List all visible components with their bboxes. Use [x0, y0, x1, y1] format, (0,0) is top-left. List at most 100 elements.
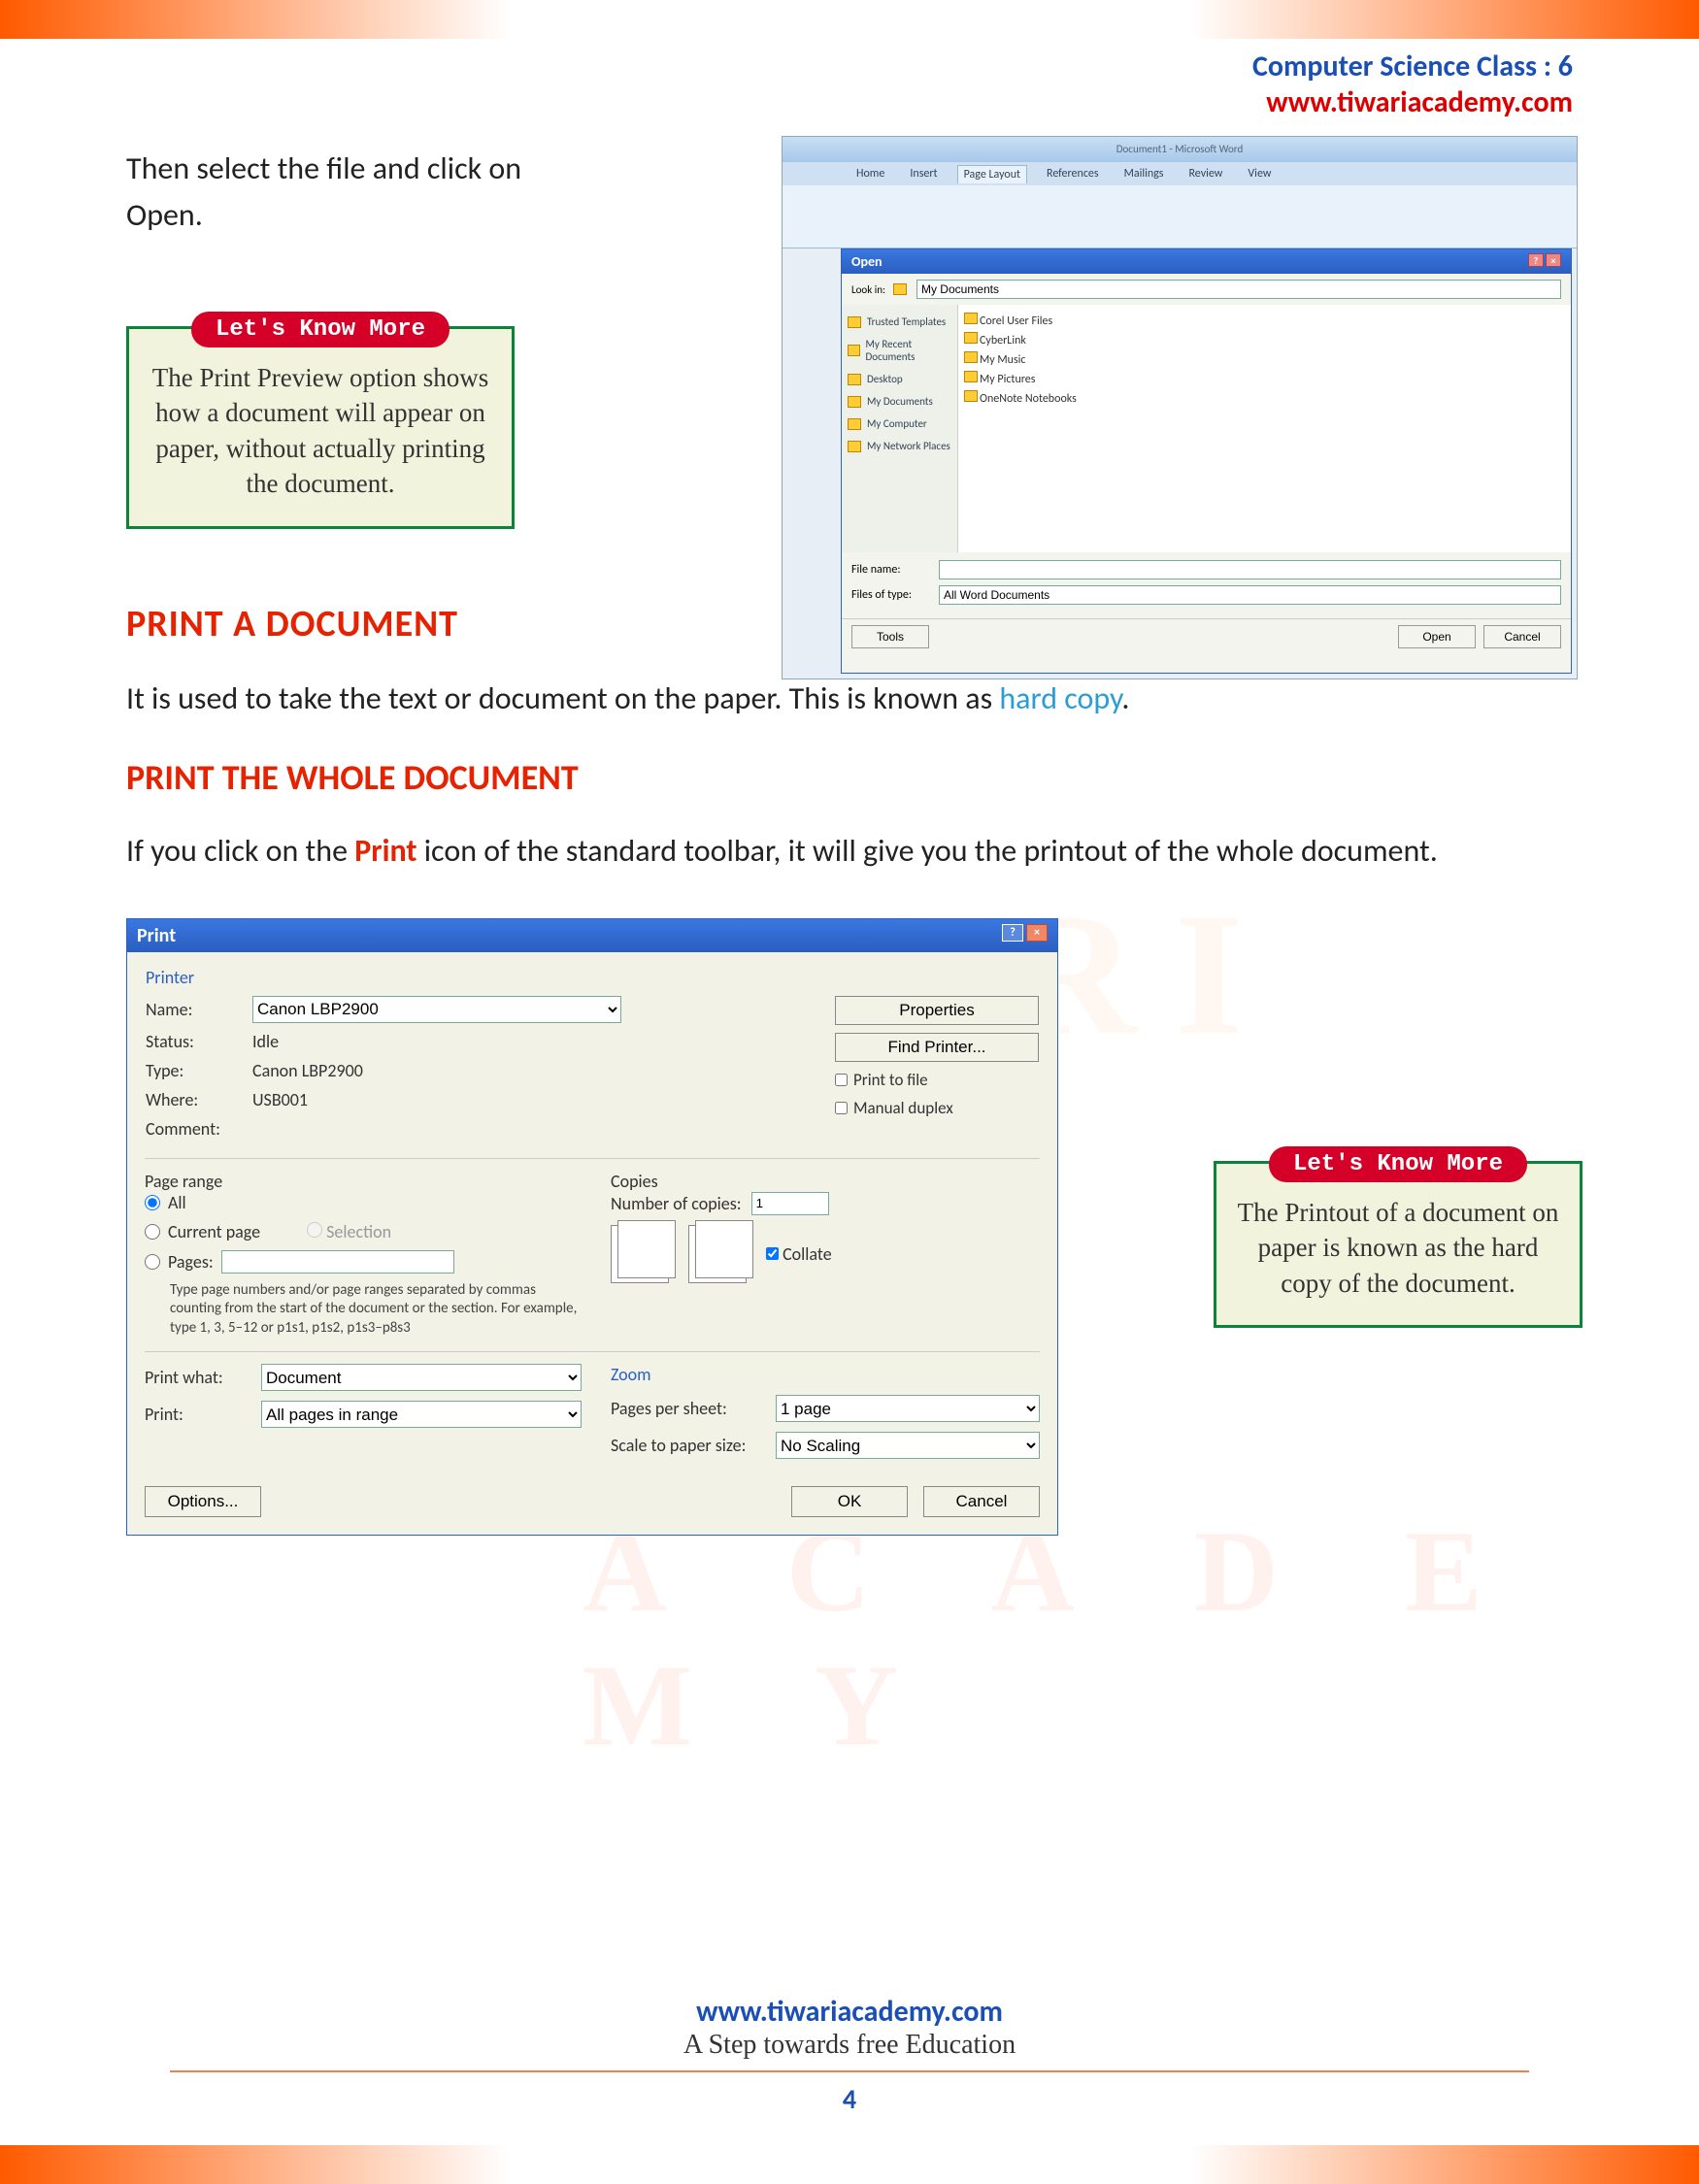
help-icon[interactable]: ? [1002, 924, 1023, 942]
footer-divider [170, 2070, 1529, 2072]
place-network[interactable]: My Network Places [846, 435, 953, 457]
folder-icon [964, 371, 978, 382]
pages-per-sheet-select[interactable]: 1 page [776, 1395, 1040, 1422]
collate-checkbox[interactable]: Collate [766, 1243, 832, 1265]
file-item[interactable]: Corel User Files [964, 311, 1565, 330]
class-label: Computer Science Class : 6 [1252, 49, 1573, 84]
tab-references[interactable]: References [1041, 165, 1105, 182]
open-dialog-title: Open ? × [842, 249, 1571, 274]
print-whole-text: If you click on the Print icon of the st… [126, 828, 1573, 875]
pages-option[interactable]: Pages: [145, 1250, 582, 1274]
help-icon[interactable]: ? [1528, 253, 1544, 267]
tab-page-layout[interactable]: Page Layout [957, 165, 1027, 183]
folder-icon [848, 316, 861, 328]
num-copies-label: Number of copies: [611, 1193, 742, 1214]
top-border [0, 0, 1699, 39]
collate-icon [611, 1225, 669, 1283]
watermark-sub: A C A D E M Y [583, 1505, 1699, 1772]
comment-label: Comment: [146, 1118, 252, 1140]
cancel-button[interactable]: Cancel [923, 1486, 1040, 1517]
place-computer[interactable]: My Computer [846, 413, 953, 435]
tab-home[interactable]: Home [850, 165, 890, 182]
filename-input[interactable] [939, 560, 1561, 579]
filename-label: File name: [851, 563, 929, 577]
pages-input[interactable] [221, 1250, 454, 1274]
close-icon[interactable]: × [1026, 924, 1048, 942]
where-value: USB001 [252, 1089, 308, 1110]
scale-label: Scale to paper size: [611, 1435, 766, 1456]
file-item[interactable]: OneNote Notebooks [964, 388, 1565, 408]
folder-icon [848, 441, 861, 452]
open-dialog: Open ? × Look in: Trusted Templates My R… [841, 248, 1572, 674]
file-item[interactable]: CyberLink [964, 330, 1565, 349]
type-value: Canon LBP2900 [252, 1060, 363, 1081]
where-label: Where: [146, 1089, 252, 1110]
print-select[interactable]: All pages in range [261, 1401, 582, 1428]
print-title-text: Print [137, 924, 176, 947]
all-option[interactable]: All [145, 1192, 582, 1213]
ok-button[interactable]: OK [791, 1486, 908, 1517]
ribbon-tabs: Home Insert Page Layout References Maili… [783, 162, 1577, 185]
folder-icon [964, 390, 978, 402]
place-documents[interactable]: My Documents [846, 390, 953, 413]
filetype-input[interactable] [939, 585, 1561, 605]
manual-duplex-checkbox[interactable]: Manual duplex [835, 1098, 1039, 1118]
properties-button[interactable]: Properties [835, 996, 1039, 1025]
status-value: Idle [252, 1031, 279, 1052]
know-more-body: The Print Preview option shows how a doc… [144, 360, 497, 502]
printer-name-select[interactable]: Canon LBP2900 [252, 996, 621, 1023]
word-titlebar: Document1 - Microsoft Word [783, 137, 1577, 162]
folder-icon [848, 345, 860, 356]
cancel-button[interactable]: Cancel [1483, 625, 1561, 648]
place-desktop[interactable]: Desktop [846, 368, 953, 390]
close-icon[interactable]: × [1546, 253, 1561, 267]
lookin-label: Look in: [851, 283, 885, 296]
scale-select[interactable]: No Scaling [776, 1432, 1040, 1459]
know-more-badge: Let's Know More [1269, 1146, 1527, 1182]
print-what-select[interactable]: Document [261, 1364, 582, 1391]
tab-mailings[interactable]: Mailings [1118, 165, 1170, 182]
place-trusted[interactable]: Trusted Templates [846, 311, 953, 333]
tab-insert[interactable]: Insert [904, 165, 943, 182]
print-term: Print [354, 832, 416, 870]
footer-url: www.tiwariacademy.com [0, 1994, 1699, 2030]
tab-review[interactable]: Review [1183, 165, 1228, 182]
options-button[interactable]: Options... [145, 1486, 261, 1517]
bottom-border [0, 2145, 1699, 2184]
folder-icon [848, 374, 861, 385]
find-printer-button[interactable]: Find Printer... [835, 1033, 1039, 1062]
printer-group-title: Printer [146, 967, 1039, 988]
status-label: Status: [146, 1031, 252, 1052]
pages-note: Type page numbers and/or page ranges sep… [170, 1281, 582, 1339]
print-document-text: It is used to take the text or document … [126, 676, 1573, 722]
page-header: Computer Science Class : 6 www.tiwariaca… [1252, 49, 1573, 120]
print-dialog: Print ? × Printer Name: Canon LBP2900 St… [126, 918, 1058, 1537]
know-more-badge: Let's Know More [191, 312, 450, 347]
print-to-file-checkbox[interactable]: Print to file [835, 1070, 1039, 1090]
num-copies-input[interactable] [751, 1192, 829, 1215]
current-option[interactable]: Current page Selection [145, 1221, 582, 1242]
collate-icon [688, 1225, 747, 1283]
folder-icon [848, 396, 861, 408]
place-recent[interactable]: My Recent Documents [846, 333, 953, 368]
lookin-row: Look in: [842, 274, 1571, 305]
file-item[interactable]: My Music [964, 349, 1565, 369]
open-buttons: Tools Open Cancel [842, 618, 1571, 654]
open-fields: File name: Files of type: [842, 552, 1571, 618]
pages-per-sheet-label: Pages per sheet: [611, 1398, 766, 1419]
know-more-body: The Printout of a document on paper is k… [1231, 1195, 1565, 1301]
page-content: Then select the file and click on Open. … [126, 146, 1573, 1536]
open-button[interactable]: Open [1398, 625, 1476, 648]
type-label: Type: [146, 1060, 252, 1081]
heading-print-whole: PRINT THE WHOLE DOCUMENT [126, 756, 1573, 799]
folder-icon [893, 283, 907, 295]
file-list: Corel User Files CyberLink My Music My P… [958, 305, 1571, 552]
zoom-title: Zoom [611, 1364, 1040, 1385]
tab-view[interactable]: View [1242, 165, 1277, 182]
know-more-box-2: Let's Know More The Printout of a docume… [1214, 1161, 1582, 1328]
page-number: 4 [0, 2082, 1699, 2116]
lookin-input[interactable] [916, 280, 1561, 299]
print-label: Print: [145, 1404, 251, 1425]
file-item[interactable]: My Pictures [964, 369, 1565, 388]
tools-button[interactable]: Tools [851, 625, 929, 648]
